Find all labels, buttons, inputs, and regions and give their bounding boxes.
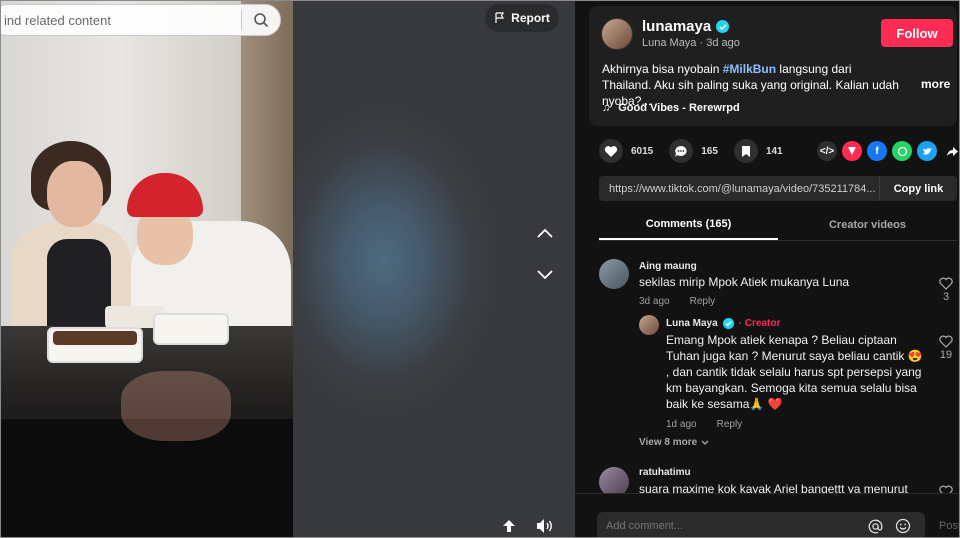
link-bar: https://www.tiktok.com/@lunamaya/video/7… [599, 176, 957, 201]
action-bar: 6015 165 141 [599, 139, 799, 163]
twitter-icon[interactable] [917, 141, 937, 161]
more-button[interactable]: more [921, 77, 950, 91]
comment-count: 165 [701, 145, 718, 157]
reply-author[interactable]: Luna Maya · Creator [666, 318, 780, 329]
comment-author[interactable]: ratuhatimu [639, 467, 691, 478]
like-button[interactable]: 6015 [599, 139, 653, 163]
hashtag-link[interactable]: #MilkBun [723, 62, 776, 76]
post-button[interactable]: Post [939, 520, 959, 532]
comment-list: Aing maung sekilas mirip Mpok Atiek muka… [575, 251, 959, 493]
comment-like-button[interactable] [939, 485, 953, 493]
tiktok-video-page: Report lunamaya [0, 0, 960, 538]
comment-time: 3d ago [639, 296, 670, 307]
comment-meta: 3d ago Reply [639, 296, 715, 307]
comment-like-button[interactable]: 3 [939, 277, 953, 303]
view-more-replies[interactable]: View 8 more [639, 437, 709, 448]
previous-video-button[interactable] [529, 217, 561, 249]
copy-link-button[interactable]: Copy link [879, 176, 957, 201]
post-info-card: lunamaya Luna Maya · 3d ago Follow Akhir… [589, 6, 957, 126]
search-button[interactable] [242, 4, 280, 36]
embed-icon[interactable]: </> [817, 141, 837, 161]
comment-text: suara maxime kok kayak Ariel bangettt ya… [639, 482, 908, 493]
reply-like-count: 19 [939, 349, 953, 361]
search-icon [254, 13, 269, 28]
chevron-down-icon [537, 270, 553, 280]
video-frame[interactable] [1, 1, 293, 537]
video-pane: Report [1, 1, 575, 537]
creator-badge: · Creator [738, 318, 781, 329]
follow-button[interactable]: Follow [881, 19, 953, 47]
speaker-icon [537, 519, 552, 533]
heart-outline-icon [939, 485, 953, 493]
comment-composer: Post [575, 493, 959, 537]
comment-author[interactable]: Aing maung [639, 261, 697, 272]
report-button[interactable]: Report [485, 4, 559, 32]
avatar[interactable] [599, 467, 629, 493]
share-row: </> f [817, 141, 959, 161]
verified-icon [716, 20, 730, 33]
like-count: 6015 [631, 145, 654, 157]
tab-creator-videos[interactable]: Creator videos [778, 209, 957, 240]
float-up-icon [503, 520, 515, 532]
username[interactable]: lunamaya [642, 18, 730, 35]
author-meta: Luna Maya · 3d ago [642, 37, 740, 49]
comment-text: sekilas mirip Mpok Atiek mukanya Luna [639, 275, 850, 289]
flag-icon [495, 12, 505, 23]
verified-icon [722, 318, 734, 329]
reply-text: Emang Mpok atiek kenapa ? Beliau ciptaan… [666, 333, 923, 411]
comment-like-count: 3 [942, 291, 950, 303]
heart-outline-icon [939, 277, 953, 290]
video-link[interactable]: https://www.tiktok.com/@lunamaya/video/7… [599, 183, 879, 195]
reply-time: 1d ago [666, 419, 697, 430]
reply-like-button[interactable]: 19 [939, 335, 953, 361]
save-count: 141 [765, 145, 783, 157]
volume-button[interactable] [531, 512, 559, 537]
mention-icon[interactable] [865, 516, 885, 536]
floating-player-button[interactable] [495, 512, 523, 537]
tabs: Comments (165) Creator videos [599, 209, 957, 241]
heart-icon [599, 139, 623, 163]
emoji-icon[interactable] [893, 516, 913, 536]
chevron-down-icon [701, 440, 709, 445]
reply-button[interactable]: Reply [717, 419, 743, 430]
comment-bubble-icon [669, 139, 694, 163]
reply-meta: 1d ago Reply [666, 419, 742, 430]
heart-outline-icon [939, 335, 953, 348]
tab-comments[interactable]: Comments (165) [599, 209, 778, 240]
send-to-friends-icon[interactable] [842, 141, 862, 161]
facebook-icon[interactable]: f [867, 141, 887, 161]
avatar[interactable] [601, 18, 633, 50]
avatar[interactable] [599, 259, 629, 289]
search-bar [1, 4, 281, 36]
comment-button[interactable]: 165 [669, 139, 718, 163]
reply-button[interactable]: Reply [690, 296, 716, 307]
next-video-button[interactable] [529, 259, 561, 291]
search-input[interactable] [1, 12, 241, 28]
chevron-up-icon [537, 228, 553, 238]
report-label: Report [511, 11, 550, 25]
whatsapp-icon[interactable] [892, 141, 912, 161]
music-link[interactable]: ♫ Good Vibes - Rerewrpd [602, 102, 740, 114]
avatar[interactable] [639, 315, 659, 335]
details-panel: lunamaya Luna Maya · 3d ago Follow Akhir… [575, 1, 959, 537]
music-note-icon: ♫ [602, 102, 611, 114]
share-more-icon[interactable] [942, 141, 959, 161]
bookmark-icon [733, 139, 758, 163]
save-button[interactable]: 141 [733, 139, 783, 163]
